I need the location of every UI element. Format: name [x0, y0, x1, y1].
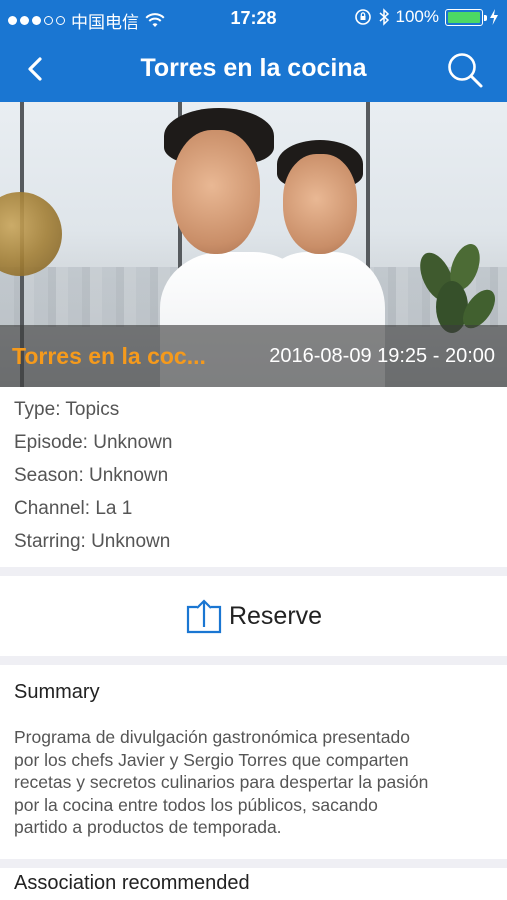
info-channel: Channel: La 1 — [14, 498, 133, 519]
navigation-bar: Torres en la cocina — [0, 36, 507, 102]
info-starring: Starring: Unknown — [14, 531, 171, 552]
section-divider — [0, 567, 507, 576]
battery-icon — [445, 8, 487, 26]
section-divider — [0, 859, 507, 868]
summary-line: por la cocina entre todos los públicos, … — [14, 794, 378, 815]
status-right: 100% — [354, 7, 499, 27]
info-season: Season: Unknown — [14, 465, 169, 486]
bluetooth-icon — [379, 8, 389, 26]
section-divider — [0, 656, 507, 665]
search-icon[interactable] — [445, 50, 485, 90]
program-title: Torres en la coc... — [12, 343, 206, 369]
charging-bolt-icon — [490, 9, 498, 25]
status-bar: 中国电信 17:28 100% — [0, 0, 507, 36]
info-type: Type: Topics — [14, 399, 120, 420]
airtime: 2016-08-09 19:25 - 20:00 — [269, 345, 495, 367]
wicker-lamp — [0, 192, 62, 276]
program-caption-bar: Torres en la coc... 2016-08-09 19:25 - 2… — [0, 325, 507, 387]
reserve-button[interactable]: Reserve — [0, 576, 507, 656]
summary-text: Programa de divulgación gastronómica pre… — [14, 726, 493, 839]
info-episode: Episode: Unknown — [14, 432, 173, 453]
association-heading: Association recommended — [14, 872, 250, 894]
summary-line: recetas y secretos culinarios para despe… — [14, 772, 429, 792]
program-info: Type: Topics Episode: Unknown Season: Un… — [0, 387, 507, 567]
summary-line: partido a productos de temporada. — [14, 817, 282, 837]
battery-percent: 100% — [395, 7, 439, 26]
reserve-label: Reserve — [228, 601, 323, 630]
program-hero-image: Torres en la coc... 2016-08-09 19:25 - 2… — [0, 102, 507, 387]
upload-arrow-icon — [186, 599, 222, 634]
page-title: Torres en la cocina — [140, 54, 367, 82]
summary-section: Summary Programa de divulgación gastronó… — [0, 665, 507, 859]
summary-line: por los chefs Javier y Sergio Torres que… — [14, 749, 409, 770]
summary-heading: Summary — [14, 681, 100, 703]
summary-line: Programa de divulgación gastronómica pre… — [14, 727, 410, 747]
association-section: Association recommended — [0, 868, 507, 900]
orientation-lock-icon — [354, 9, 371, 25]
